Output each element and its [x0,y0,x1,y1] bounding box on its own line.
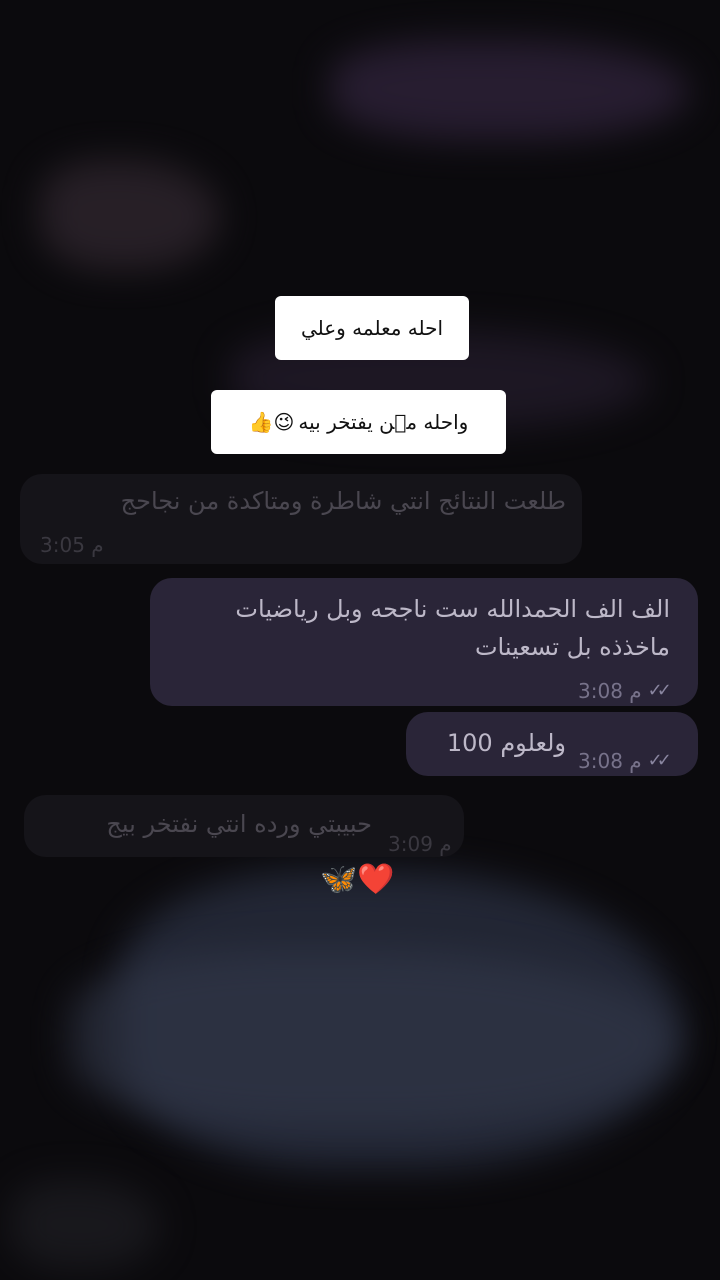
message-text-line-2: ماخذذه بل تسعينات [474,633,670,661]
message-meta: 3:08 م ✓✓ [578,742,672,780]
heart-icon: ❤️ [357,862,395,897]
message-meta: 3:08 م ✓✓ [578,672,672,710]
message-text: حبيبتي ورده انتي نفتخر بيج [106,810,372,838]
message-bubble-outgoing-1[interactable]: الف الف الحمدالله ست ناجحه وبل رياضيات م… [150,578,698,706]
caption-line-2: واحله مۨن يفتخر بيه 😉👍 [211,390,506,454]
message-time: 3:05 م [40,533,104,557]
caption-text-1: احله معلمه وعلي [300,316,444,340]
wink-thumbs-up-emoji: 😉👍 [248,410,295,434]
message-bubble-outgoing-2[interactable]: ولعلوم 100 3:08 م ✓✓ [406,712,698,776]
message-time: 3:09 م [388,832,452,856]
message-text: ولعلوم 100 [446,729,566,757]
butterfly-icon: 🦋 [320,862,358,897]
message-time: 3:08 م [578,749,642,773]
message-text-line-1: الف الف الحمدالله ست ناجحه وبل رياضيات [235,595,670,623]
message-text: طلعت النتائج انتي شاطرة ومتاكدة من نجاحج [120,487,566,515]
message-time: 3:08 م [578,679,642,703]
heart-butterfly-decoration: 🦋❤️ [320,862,395,897]
message-meta: 3:05 م [40,526,104,564]
caption-line-1: احله معلمه وعلي [275,296,469,360]
double-check-icon: ✓✓ [647,680,672,701]
message-bubble-incoming-2[interactable]: حبيبتي ورده انتي نفتخر بيج 3:09 م [24,795,464,857]
message-bubble-incoming-1[interactable]: طلعت النتائج انتي شاطرة ومتاكدة من نجاحج… [20,474,582,564]
message-meta: 3:09 م [388,825,452,863]
double-check-icon: ✓✓ [647,750,672,771]
caption-text-2: واحله مۨن يفتخر بيه [298,410,469,434]
